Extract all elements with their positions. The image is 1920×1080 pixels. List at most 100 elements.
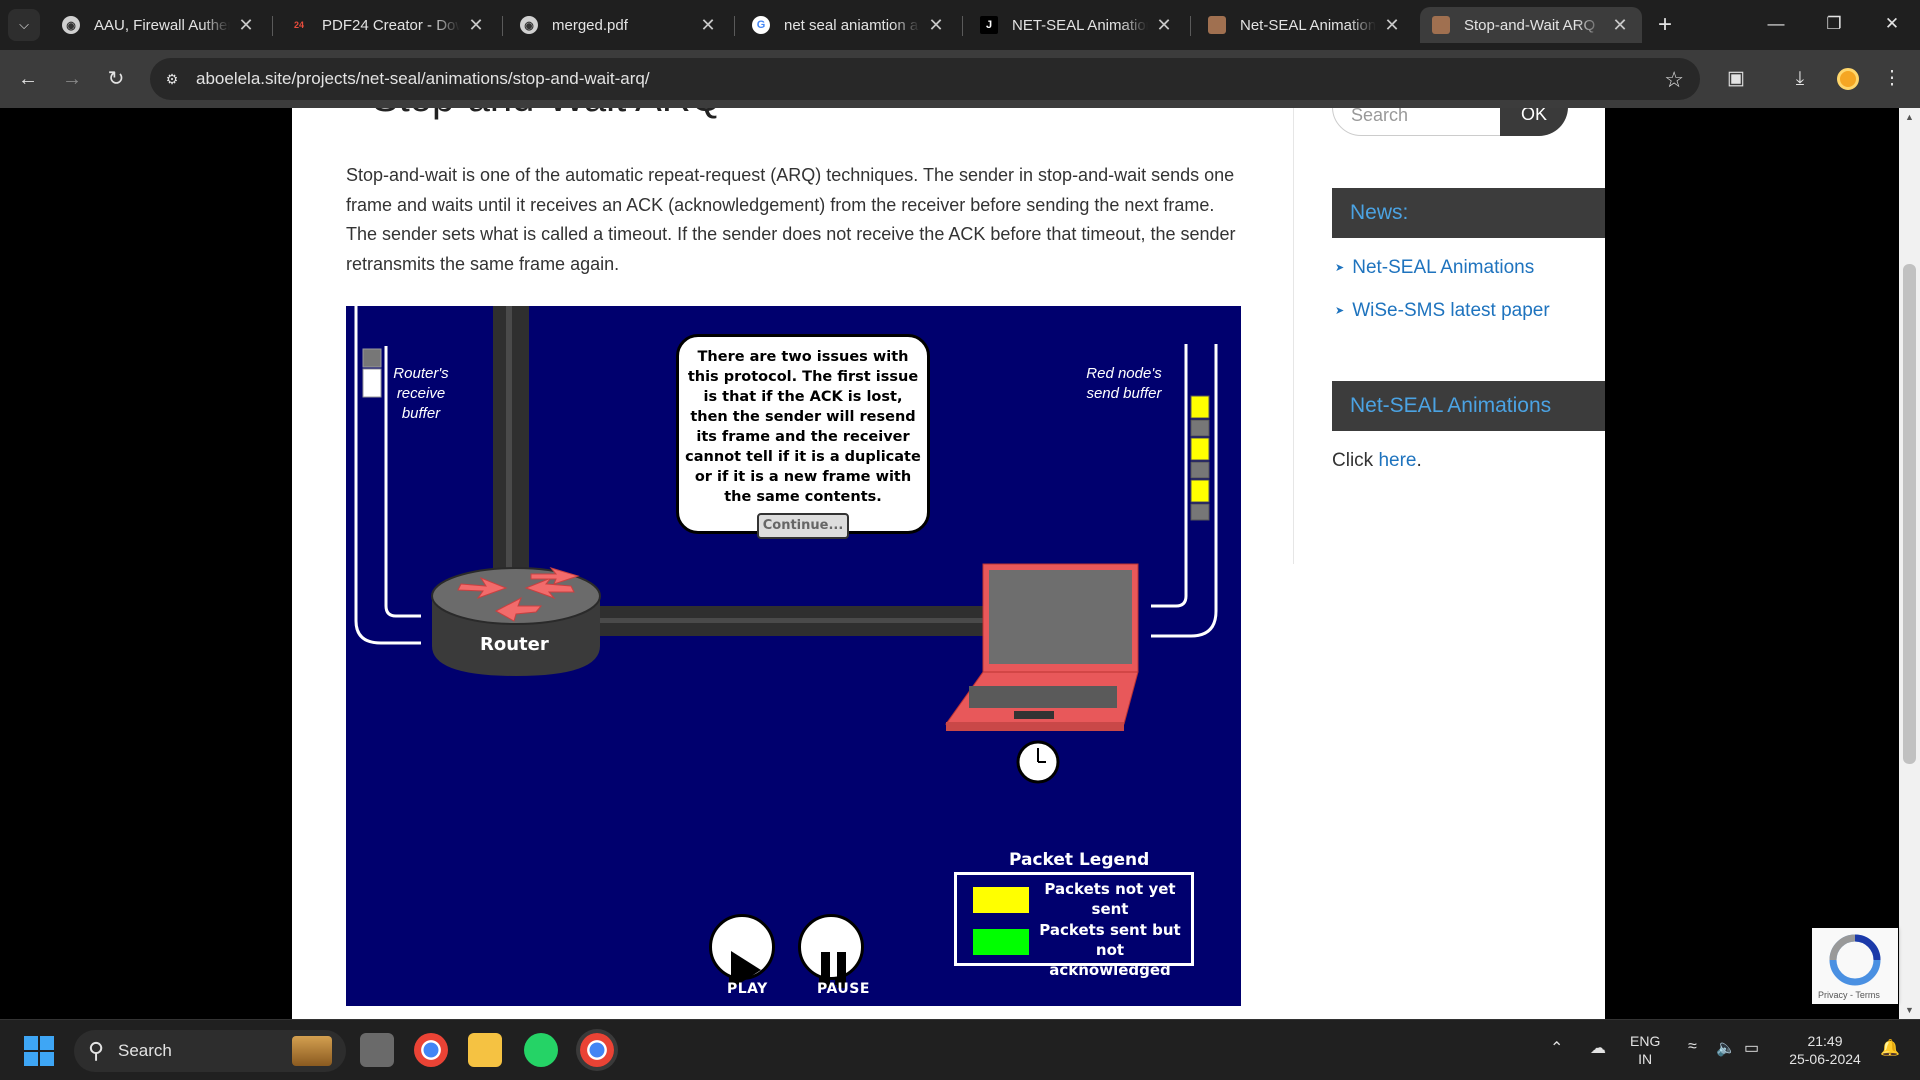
news-link-label[interactable]: WiSe-SMS latest paper: [1352, 300, 1549, 321]
close-tab-icon[interactable]: ✕: [466, 15, 486, 36]
chevron-up-icon[interactable]: ⌃: [1550, 1038, 1563, 1058]
news-link-1[interactable]: ➤ Net-SEAL Animations: [1335, 257, 1534, 279]
horizontal-link-highlight: [596, 618, 996, 623]
battery-icon[interactable]: ▭: [1744, 1038, 1759, 1058]
taskbar-search[interactable]: ⚲ Search: [74, 1030, 346, 1072]
back-button[interactable]: ←: [12, 63, 44, 95]
bookmark-star-icon[interactable]: ☆: [1664, 67, 1684, 93]
notification-bell-icon[interactable]: 🔔: [1880, 1038, 1900, 1058]
arq-animation-canvas[interactable]: Router's receive buffer Red node's send …: [346, 306, 1241, 1006]
browser-toolbar: ← → ↻ ⚙ aboelela.site/projects/net-seal/…: [0, 50, 1920, 108]
url-domain: aboelela.site: [196, 69, 292, 88]
page-title: Stop-and-Wait ARQ: [372, 108, 722, 121]
reload-button[interactable]: ↻: [100, 63, 132, 95]
tab-7-active[interactable]: Stop-and-Wait ARQ ✕: [1420, 7, 1642, 43]
tab-4[interactable]: G net seal aniamtion ar ✕: [740, 7, 958, 43]
download-icon[interactable]: ⤓: [1784, 63, 1816, 95]
play-button[interactable]: [709, 914, 775, 980]
url-text: aboelela.site/projects/net-seal/animatio…: [196, 69, 650, 89]
search-input[interactable]: Search: [1332, 108, 1502, 136]
task-view-icon[interactable]: [360, 1033, 394, 1067]
file-explorer-icon[interactable]: [468, 1033, 502, 1067]
node-buffer-slot-yellow: [1190, 395, 1210, 419]
legend-swatch-yellow: [973, 887, 1029, 913]
tab-3[interactable]: ◉ merged.pdf ✕: [508, 7, 730, 43]
close-tab-icon[interactable]: ✕: [236, 15, 256, 36]
page-viewport: Stop-and-Wait ARQ Stop-and-wait is one o…: [0, 108, 1920, 1019]
legend-label-sent-unacked: Packets sent but not acknowledged: [1039, 921, 1181, 979]
recaptcha-text[interactable]: Privacy - Terms: [1818, 990, 1880, 1000]
scrollbar-thumb[interactable]: [1903, 264, 1916, 764]
onedrive-icon[interactable]: ☁: [1590, 1038, 1606, 1058]
arrow-right-icon: ➤: [1335, 305, 1345, 317]
url-path: /projects/net-seal/animations/stop-and-w…: [291, 69, 650, 88]
new-tab-button[interactable]: +: [1650, 10, 1680, 40]
timeout-clock-icon: [1016, 740, 1060, 784]
scroll-down-icon[interactable]: ▼: [1899, 1005, 1920, 1015]
whatsapp-icon[interactable]: [524, 1033, 558, 1067]
language-indicator[interactable]: ENG IN: [1630, 1032, 1660, 1068]
chrome-active-icon[interactable]: [580, 1033, 614, 1067]
node-buffer-slot-yellow: [1190, 479, 1210, 503]
close-tab-icon[interactable]: ✕: [1154, 15, 1174, 36]
chrome-icon[interactable]: [414, 1033, 448, 1067]
chevron-down-icon: ⌵: [19, 17, 29, 32]
router-buffer-label: Router's receive buffer: [393, 365, 449, 422]
recaptcha-icon: [1829, 934, 1881, 986]
legend-swatch-green: [973, 929, 1029, 955]
tab-title: net seal aniamtion ar: [784, 16, 920, 34]
close-window-button[interactable]: ✕: [1864, 0, 1920, 48]
close-tab-icon[interactable]: ✕: [1382, 15, 1402, 36]
extensions-icon[interactable]: ▣: [1720, 63, 1752, 95]
windows-start-icon[interactable]: [24, 1036, 54, 1066]
pdf24-icon: 24: [293, 20, 304, 30]
tab-6[interactable]: Net-SEAL Animation ✕: [1196, 7, 1414, 43]
scroll-up-icon[interactable]: ▲: [1899, 112, 1920, 122]
address-bar[interactable]: ⚙ aboelela.site/projects/net-seal/animat…: [150, 58, 1700, 100]
reload-icon: ↻: [107, 68, 125, 90]
node-buffer-label: Red node's send buffer: [1086, 365, 1162, 402]
news-link-2[interactable]: ➤ WiSe-SMS latest paper: [1335, 300, 1550, 322]
volume-icon[interactable]: 🔈: [1716, 1038, 1736, 1058]
close-tab-icon[interactable]: ✕: [926, 15, 946, 36]
page-scrollbar[interactable]: ▲ ▼: [1899, 108, 1920, 1019]
search-ok-button[interactable]: OK: [1500, 108, 1568, 136]
close-icon: ✕: [1884, 14, 1900, 33]
site-info-icon[interactable]: ⚙: [162, 69, 182, 89]
wifi-icon[interactable]: ≈: [1688, 1038, 1697, 1056]
windows-taskbar: ⚲ Search ⌃ ☁ ENG IN ≈ 🔈 ▭ 21:49 25-06-20…: [0, 1019, 1920, 1080]
plus-icon: +: [1657, 11, 1672, 38]
more-menu-icon[interactable]: ⋮: [1876, 63, 1908, 95]
tab-1[interactable]: ◉ AAU, Firewall Authen ✕: [50, 7, 268, 43]
node-buffer-slot-gray: [1190, 503, 1210, 521]
continue-button[interactable]: Continue...: [756, 513, 850, 539]
minimize-button[interactable]: —: [1748, 0, 1804, 48]
news-heading: News:: [1332, 188, 1605, 238]
router-icon: [431, 567, 601, 676]
close-tab-icon[interactable]: ✕: [698, 15, 718, 36]
close-tab-icon[interactable]: ✕: [1610, 15, 1630, 36]
tab-2[interactable]: 24 PDF24 Creator - Dow ✕: [278, 7, 498, 43]
search-highlight-icon: [292, 1036, 332, 1066]
news-link-label[interactable]: Net-SEAL Animations: [1352, 257, 1534, 278]
pause-button[interactable]: [798, 914, 864, 980]
tab-title: merged.pdf: [552, 16, 628, 34]
tab-search-menu-button[interactable]: ⌵: [8, 9, 40, 41]
tab-title: NET-SEAL Animation: [1012, 16, 1148, 34]
tab-separator: [1190, 16, 1191, 36]
tab-separator: [272, 16, 273, 36]
arrow-right-icon: ➤: [1335, 262, 1345, 274]
restore-button[interactable]: ❐: [1806, 0, 1862, 48]
here-link[interactable]: here: [1378, 450, 1416, 471]
globe-icon: ◉: [520, 16, 538, 34]
tab-5[interactable]: J NET-SEAL Animation ✕: [968, 7, 1186, 43]
recaptcha-badge[interactable]: Privacy - Terms: [1812, 928, 1898, 1004]
arrow-left-icon: ←: [18, 68, 38, 90]
clock[interactable]: 21:49 25-06-2024: [1780, 1032, 1870, 1068]
minimize-icon: —: [1767, 14, 1785, 33]
intro-paragraph: Stop-and-wait is one of the automatic re…: [346, 165, 1236, 274]
forward-button[interactable]: →: [56, 63, 88, 95]
site-icon: [1208, 16, 1226, 34]
tab-title: Net-SEAL Animation: [1240, 16, 1376, 34]
profile-avatar[interactable]: [1837, 68, 1859, 90]
